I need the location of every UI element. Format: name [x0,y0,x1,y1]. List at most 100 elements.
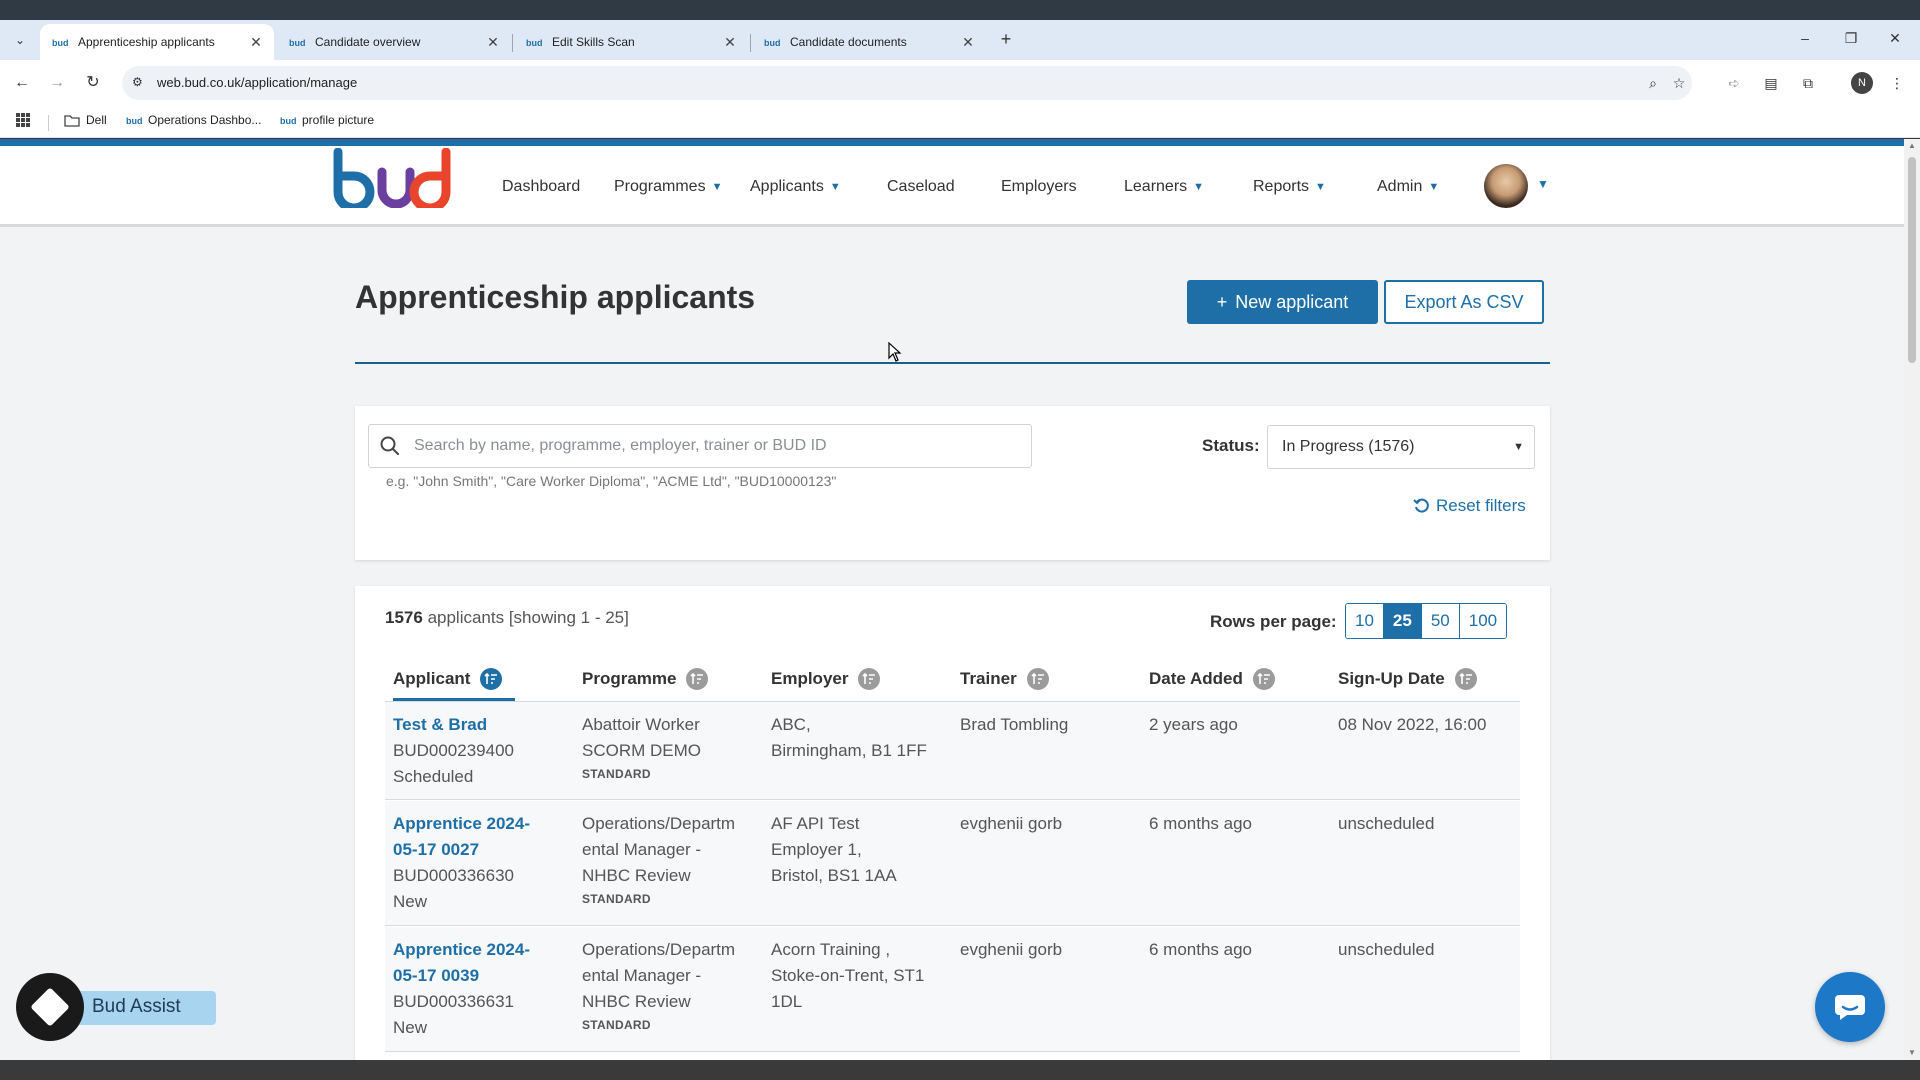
employer-line: Stoke-on-Trent, ST1 [771,966,925,985]
rows-per-page-10[interactable]: 10 [1346,604,1384,638]
column-header-employer[interactable]: Employer [771,668,881,690]
new-tab-button[interactable]: + [996,27,1016,51]
applicant-status: New [393,1018,428,1037]
nav-reports[interactable]: Reports ▼ [1253,178,1326,196]
menu-kebab-icon[interactable]: ⋮ [1886,72,1908,94]
nav-label: Caseload [887,178,955,195]
extensions-icon[interactable]: ⧉ [1797,72,1819,94]
minimize-icon[interactable]: – [1790,26,1820,50]
column-header-date-added[interactable]: Date Added [1149,668,1275,690]
column-header-programme[interactable]: Programme [582,668,709,690]
scroll-thumb[interactable] [1908,157,1916,363]
nav-dashboard[interactable]: Dashboard [502,178,580,196]
chevron-down-icon[interactable]: ▼ [1537,177,1549,191]
bookmark-item[interactable]: bud profile picture [280,113,374,127]
site-header: Dashboard Programmes ▼ Applicants ▼ Case… [0,139,1904,227]
trainer-cell: evghenii gorb [960,814,1063,833]
window-close-icon[interactable]: ✕ [1880,26,1910,50]
sort-icon[interactable] [1454,668,1477,690]
column-header-label: Sign-Up Date [1338,669,1445,688]
bookmarks-bar: Dell bud Operations Dashbo... bud profil… [0,106,1920,138]
page-scrollbar[interactable]: ▲ ▼ [1904,139,1920,1060]
bookmark-star-icon[interactable]: ☆ [1670,74,1688,92]
site-info-icon[interactable]: ⚙ [132,75,148,91]
column-header-applicant[interactable]: Applicant [393,668,503,690]
forward-arrow-icon[interactable]: → [45,71,69,95]
nav-learners[interactable]: Learners ▼ [1124,178,1204,196]
tab-title: Candidate overview [315,35,421,49]
user-avatar[interactable] [1484,164,1528,208]
tab-close-icon[interactable]: ✕ [485,34,501,51]
applicant-name-link[interactable]: Apprentice 2024- 05-17 0027 [393,811,530,863]
export-csv-button[interactable]: Export As CSV [1384,280,1544,324]
tab-search-icon[interactable]: ⌄ [8,28,32,52]
applicant-status: Scheduled [393,767,474,786]
nav-applicants[interactable]: Applicants ▼ [750,178,841,196]
employer-line: AF API Test [771,814,860,833]
tab-close-icon[interactable]: ✕ [248,34,264,51]
column-header-signup-date[interactable]: Sign-Up Date [1338,668,1477,690]
svg-text:bud: bud [526,38,542,47]
restore-icon[interactable]: ❐ [1836,26,1866,50]
apps-grid-icon[interactable] [16,113,30,127]
scroll-down-arrow-icon[interactable]: ▼ [1904,1046,1920,1060]
programme-cell: Operations/Departm ental Manager - NHBC … [582,811,735,909]
page-title: Apprenticeship applicants [355,279,756,315]
date-added-cell: 6 months ago [1149,814,1253,833]
column-header-trainer[interactable]: Trainer [960,668,1049,690]
applicant-name-link[interactable]: Apprentice 2024- 05-17 0039 [393,937,530,989]
reset-filters-link[interactable]: Reset filters [1413,496,1526,516]
browser-tab[interactable]: bud Candidate documents ✕ [752,24,986,60]
trainer-cell: Brad Tombling [960,715,1069,734]
send-icon[interactable]: ➪ [1723,72,1745,94]
address-bar[interactable]: ⚙ web.bud.co.uk/application/manage ⌕ ☆ [122,66,1692,100]
search-field[interactable] [368,424,1032,468]
rows-per-page-50[interactable]: 50 [1421,604,1460,638]
nav-programmes[interactable]: Programmes ▼ [614,178,722,196]
nav-admin[interactable]: Admin ▼ [1377,178,1439,196]
browser-tab-active[interactable]: bud Apprenticeship applicants ✕ [40,24,274,60]
profile-avatar-icon[interactable]: N [1851,72,1873,94]
bookmark-item[interactable]: Dell [64,113,107,127]
page-viewport: Dashboard Programmes ▼ Applicants ▼ Case… [0,139,1920,1060]
chevron-down-icon: ▼ [1193,181,1205,193]
sort-icon[interactable] [480,668,503,690]
nav-employers[interactable]: Employers [1001,178,1077,196]
svg-text:bud: bud [280,116,296,125]
reload-icon[interactable]: ↻ [81,71,105,95]
back-arrow-icon[interactable]: ← [10,71,34,95]
applicant-name-link[interactable]: Test & Brad [393,712,514,738]
table-row: Test & Brad BUD000239400 Scheduled Abatt… [385,702,1520,800]
rows-per-page-100[interactable]: 100 [1459,604,1507,638]
sort-icon[interactable] [1252,668,1275,690]
bud-logo[interactable] [330,148,456,208]
results-count-number: 1576 [385,608,423,627]
status-label: Status: [1202,436,1260,455]
rows-per-page-25[interactable]: 25 [1383,604,1422,638]
browser-tab[interactable]: bud Edit Skills Scan ✕ [514,24,748,60]
applicant-cell: Apprentice 2024- 05-17 0039 BUD000336631… [393,937,530,1041]
scroll-up-arrow-icon[interactable]: ▲ [1904,139,1920,153]
new-applicant-button[interactable]: + New applicant [1187,280,1378,324]
browser-tab[interactable]: bud Candidate overview ✕ [277,24,511,60]
sort-icon[interactable] [686,668,709,690]
employer-cell: ABC, Birmingham, B1 1FF [771,712,927,764]
sort-icon[interactable] [858,668,881,690]
nav-label: Admin [1377,178,1423,195]
url-text[interactable]: web.bud.co.uk/application/manage [157,75,357,90]
programme-line: ental Manager - [582,840,702,859]
bud-assist-button[interactable] [16,973,84,1041]
tab-close-icon[interactable]: ✕ [960,34,976,51]
tab-close-icon[interactable]: ✕ [722,34,738,51]
reading-list-icon[interactable]: ▤ [1760,72,1782,94]
sort-icon[interactable] [1026,668,1049,690]
zoom-icon[interactable]: ⌕ [1644,74,1662,92]
bookmark-item[interactable]: bud Operations Dashbo... [126,113,261,127]
applicant-bud-id: BUD000336630 [393,866,514,885]
status-select[interactable]: In Progress (1576) ▼ [1267,425,1535,469]
chat-launcher-button[interactable] [1815,972,1885,1042]
search-input[interactable] [414,435,1014,457]
nav-caseload[interactable]: Caseload [887,178,955,196]
programme-line: NHBC Review [582,992,691,1011]
bud-assist-label[interactable]: Bud Assist [92,996,181,1018]
